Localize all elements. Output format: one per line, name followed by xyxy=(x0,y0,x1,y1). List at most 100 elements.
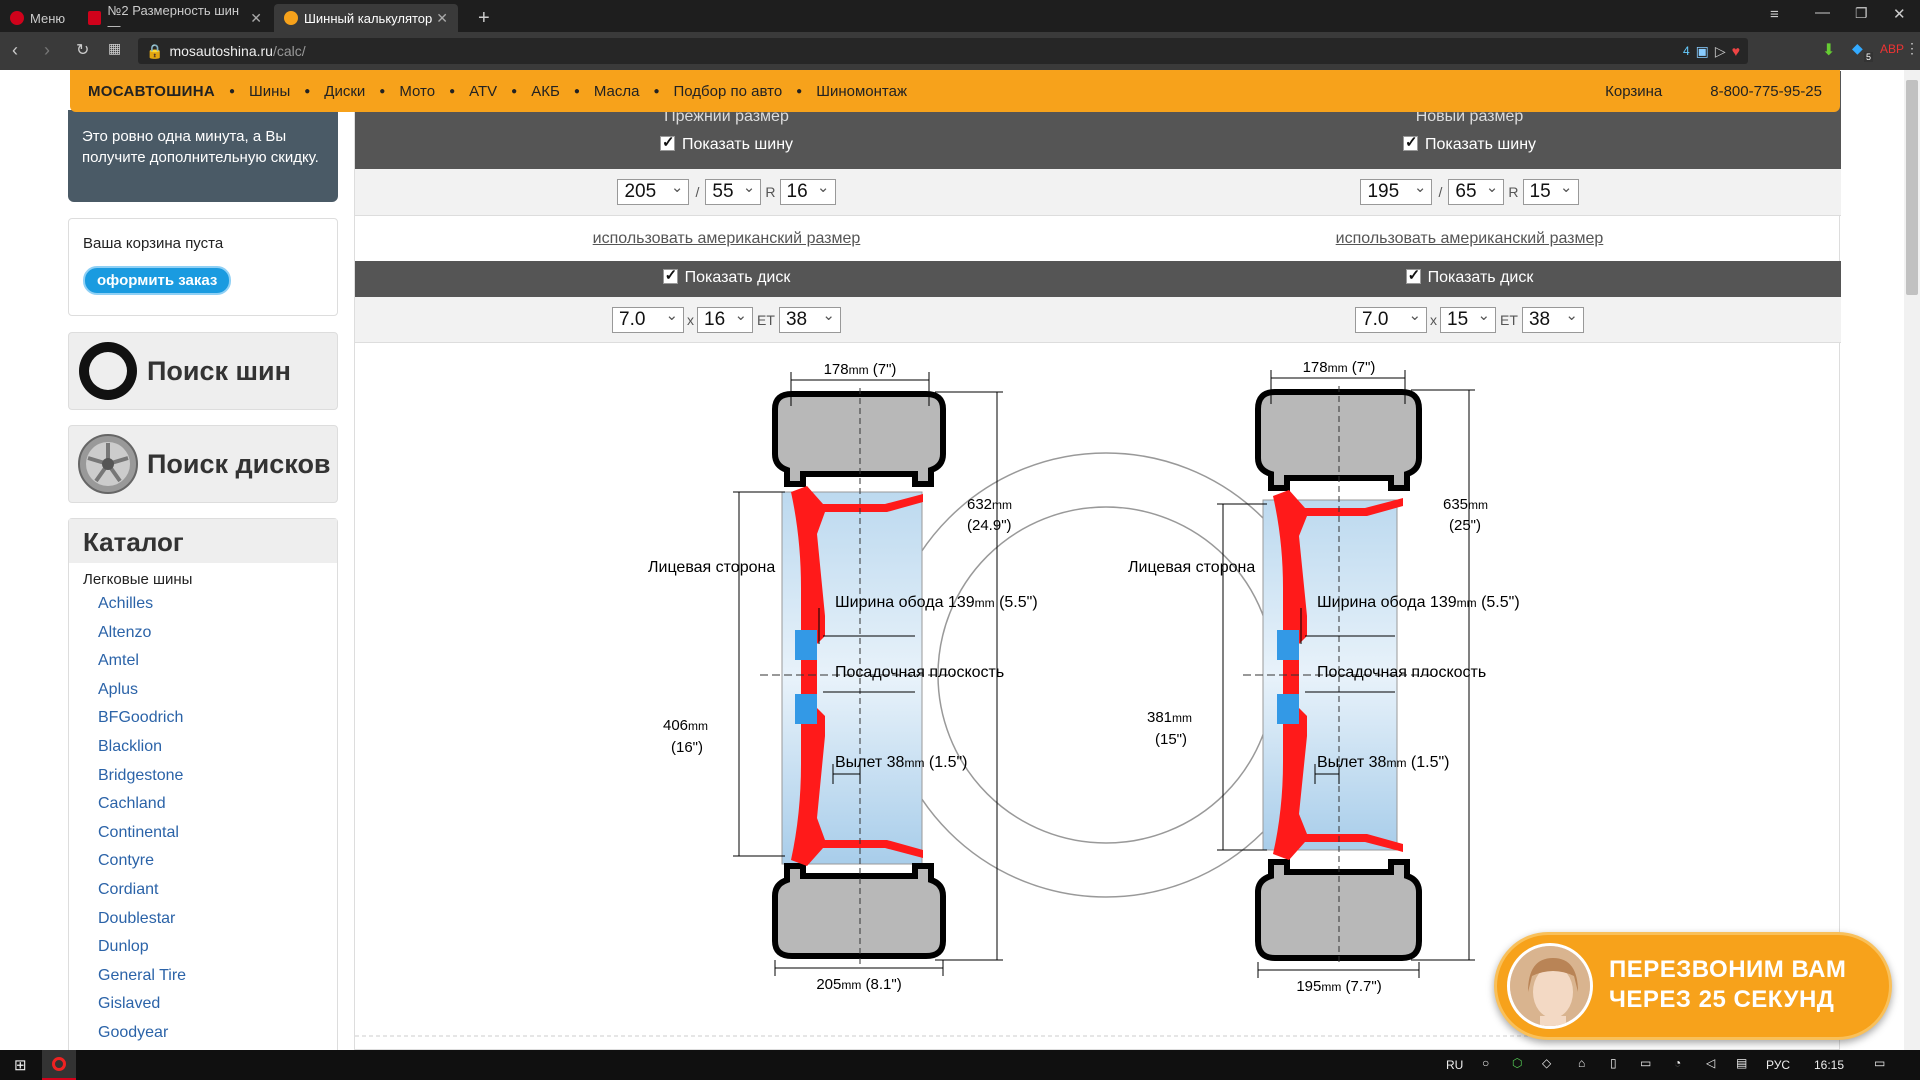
promo-text: Это ровно одна минута, а Вы получите доп… xyxy=(82,128,319,166)
new-rim-width-select[interactable]: 7.0 xyxy=(1355,304,1428,333)
tab-tire-sizes[interactable]: №2 Размерность шин — ✕ xyxy=(78,3,272,33)
nav-cart-link[interactable]: Корзина xyxy=(1605,83,1662,100)
new-rim-diameter-select[interactable]: 15 xyxy=(1440,304,1497,333)
old-width-select[interactable]: 205 xyxy=(617,176,690,205)
new-width-select[interactable]: 195 xyxy=(1360,176,1433,205)
close-tab-icon[interactable]: ✕ xyxy=(250,10,262,27)
nav-item-car-selection[interactable]: Подбор по авто xyxy=(674,83,783,100)
adblock-icon[interactable]: ABP xyxy=(1880,42,1904,56)
nav-item-tires[interactable]: Шины xyxy=(249,83,290,100)
nav-item-disks[interactable]: Диски xyxy=(324,83,365,100)
brand-link[interactable]: Gislaved xyxy=(98,990,337,1019)
old-face-label: Лицевая сторона xyxy=(648,559,775,576)
new-tab-button[interactable]: + xyxy=(468,4,498,32)
extension-icon[interactable]: ◆ xyxy=(1852,40,1863,57)
new-diameter-select[interactable]: 15 xyxy=(1522,176,1579,205)
new-et-select[interactable]: 38 xyxy=(1521,304,1584,333)
brand-link[interactable]: Bridgestone xyxy=(98,762,337,791)
vpn-icon[interactable]: ▣ xyxy=(1696,43,1709,60)
more-icon[interactable]: ⋮ xyxy=(1905,40,1919,57)
speed-dial-icon[interactable]: ▦ xyxy=(108,40,121,57)
brand-link[interactable]: General Tire xyxy=(98,962,337,991)
back-icon[interactable]: ‹ xyxy=(12,40,18,61)
old-tire-width-in: (8.1") xyxy=(866,976,902,993)
scrollbar-thumb[interactable] xyxy=(1906,80,1918,295)
nav-item-moto[interactable]: Мото xyxy=(399,83,435,100)
tray-shield-icon[interactable]: ⬡ xyxy=(1512,1056,1522,1070)
unit-mm: mm xyxy=(1386,756,1406,770)
brand-link[interactable]: Cordiant xyxy=(98,876,337,905)
tray-circle-icon[interactable]: ○ xyxy=(1482,1056,1489,1070)
brand-link[interactable]: Aplus xyxy=(98,676,337,705)
close-window-icon[interactable]: ✕ xyxy=(1893,5,1906,23)
old-rim-diameter-select[interactable]: 16 xyxy=(697,304,754,333)
brand-link[interactable]: Continental xyxy=(98,819,337,848)
windows-start-icon[interactable]: ⊞ xyxy=(14,1056,27,1074)
download-icon[interactable]: ⬇ xyxy=(1822,40,1835,60)
close-tab-icon[interactable]: ✕ xyxy=(436,10,448,27)
old-profile-select[interactable]: 55 xyxy=(705,176,762,205)
brand-link[interactable]: Doublestar xyxy=(98,905,337,934)
old-rim-width-select[interactable]: 7.0 xyxy=(612,304,685,333)
nav-item-oils[interactable]: Масла xyxy=(594,83,640,100)
old-et-select[interactable]: 38 xyxy=(778,304,841,333)
order-button[interactable]: оформить заказ xyxy=(83,266,232,295)
nav-item-akb[interactable]: АКБ xyxy=(531,83,560,100)
catalog-category[interactable]: Легковые шины xyxy=(69,563,337,590)
brand-link[interactable]: Goodyear xyxy=(98,1019,337,1048)
tray-dropbox-icon[interactable]: ◇ xyxy=(1542,1056,1551,1070)
send-icon[interactable]: ▷ xyxy=(1715,43,1726,60)
old-diameter-select[interactable]: 16 xyxy=(779,176,836,205)
brand-link[interactable]: Blacklion xyxy=(98,733,337,762)
nav-item-atv[interactable]: ATV xyxy=(469,83,497,100)
reload-icon[interactable]: ↻ xyxy=(76,40,89,60)
extension-count: 5 xyxy=(1864,52,1874,62)
nav-phone[interactable]: 8-800-775-95-25 xyxy=(1710,83,1822,100)
tray-volume-icon[interactable]: ◁ xyxy=(1706,1056,1715,1070)
heart-icon[interactable]: ♥ xyxy=(1732,43,1740,59)
forward-icon[interactable]: › xyxy=(44,40,50,61)
tire-search-button[interactable]: Поиск шин xyxy=(68,332,338,410)
url-field[interactable]: 🔒 mosautoshina.ru/calc/ 4 ▣ ▷ ♥ xyxy=(138,38,1748,64)
tab-tire-calculator[interactable]: Шинный калькулятор ✕ xyxy=(274,4,458,32)
callback-widget[interactable]: ПЕРЕЗВОНИМ ВАМ ЧЕРЕЗ 25 СЕКУНД xyxy=(1494,932,1892,1040)
old-show-disk-checkbox[interactable]: Показать диск xyxy=(355,266,1098,287)
new-wheel-diagram: 178mm (7") 635mm (25") Лицевая сторона Ш… xyxy=(1128,359,1520,995)
new-show-tire-checkbox[interactable]: Показать шину xyxy=(1098,133,1841,154)
brand-link[interactable]: Achilles xyxy=(98,590,337,619)
nav-item-tire-service[interactable]: Шиномонтаж xyxy=(816,83,907,100)
opera-menu-button[interactable]: Меню xyxy=(0,4,78,32)
svg-text:632mm: 632mm xyxy=(967,496,1012,513)
new-american-size-link[interactable]: использовать американский размер xyxy=(1336,230,1604,247)
minimize-icon[interactable]: — xyxy=(1815,4,1830,21)
brand-link[interactable]: Contyre xyxy=(98,847,337,876)
brand-link[interactable]: Cachland xyxy=(98,790,337,819)
old-seat-label: Посадочная плоскость xyxy=(835,664,1004,681)
notifications-icon[interactable]: ▭ xyxy=(1874,1056,1885,1070)
input-lang-ru[interactable]: RU xyxy=(1446,1058,1463,1072)
tray-wifi-icon[interactable]: ◔ xyxy=(1674,1056,1681,1070)
new-profile-select[interactable]: 65 xyxy=(1448,176,1505,205)
new-rim-top-value: 178 xyxy=(1303,359,1328,376)
american-size-row: использовать американский размер использ… xyxy=(355,215,1841,261)
tray-display-icon[interactable]: ▭ xyxy=(1640,1056,1651,1070)
brand-link[interactable]: Dunlop xyxy=(98,933,337,962)
old-show-tire-checkbox[interactable]: Показать шину xyxy=(355,133,1098,154)
tray-keyboard-icon[interactable]: ▤ xyxy=(1736,1056,1747,1070)
old-american-size-link[interactable]: использовать американский размер xyxy=(593,230,861,247)
new-show-disk-checkbox[interactable]: Показать диск xyxy=(1098,266,1841,287)
input-lang[interactable]: РУС xyxy=(1766,1058,1790,1072)
disk-search-button[interactable]: Поиск дисков xyxy=(68,425,338,503)
clock[interactable]: 16:15 xyxy=(1814,1058,1844,1072)
new-tire-width-in: (7.7") xyxy=(1346,978,1382,995)
old-wheel-diagram: 178mm (7") 632mm (24.9") Лицевая сторона… xyxy=(648,361,1038,993)
brand-link[interactable]: BFGoodrich xyxy=(98,704,337,733)
restore-icon[interactable]: ❐ xyxy=(1855,5,1868,22)
brand-link[interactable]: Amtel xyxy=(98,647,337,676)
site-logo[interactable]: МОСАВТОШИНА xyxy=(88,83,215,100)
tab-menu-icon[interactable]: ≡ xyxy=(1770,6,1779,23)
old-rim-top-value: 178 xyxy=(824,361,849,378)
tray-network-icon[interactable]: ⌂ xyxy=(1578,1056,1585,1070)
brand-link[interactable]: Altenzo xyxy=(98,619,337,648)
tray-battery-icon[interactable]: ▯ xyxy=(1610,1056,1617,1070)
